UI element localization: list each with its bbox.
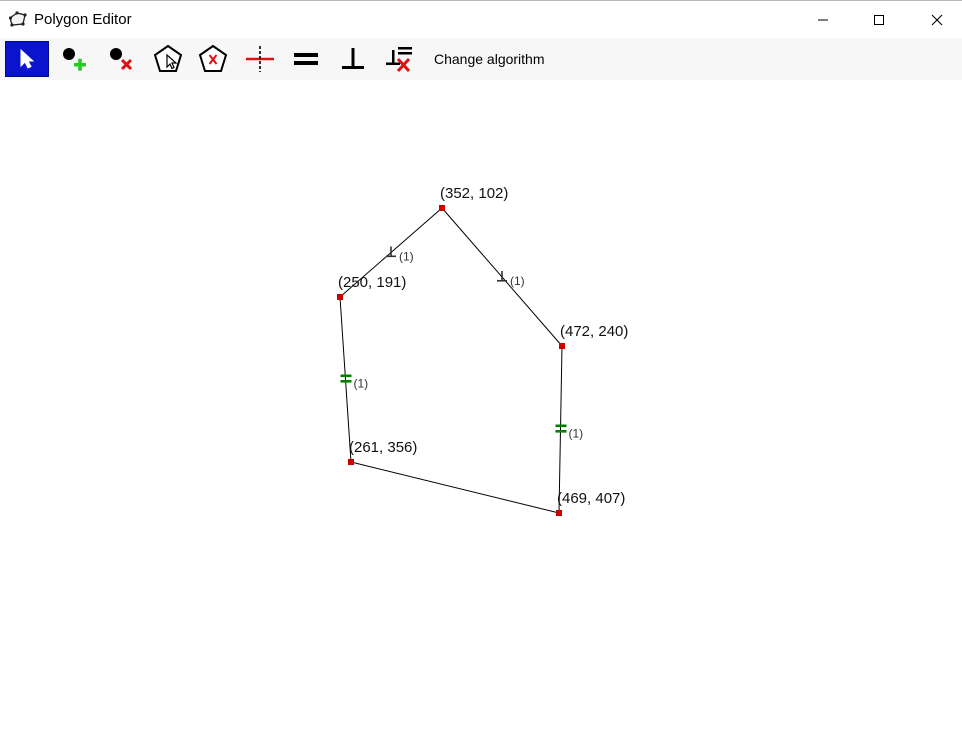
- window-title: Polygon Editor: [34, 11, 132, 28]
- constraint-label: (1): [569, 427, 584, 441]
- add-vertex-icon: [63, 48, 86, 71]
- delete-vertex-tool-button[interactable]: [99, 41, 143, 77]
- polygon-edge[interactable]: [339, 296, 352, 463]
- change-algorithm-button[interactable]: Change algorithm: [428, 41, 551, 77]
- equal-constraint-tool-button[interactable]: [284, 41, 328, 77]
- constraint-label: (1): [354, 377, 369, 391]
- maximize-button[interactable]: [856, 1, 902, 38]
- polygon-drawing[interactable]: (1) (1) (1) (1) (352, 102) (472, 240) (469, 40…: [0, 80, 962, 747]
- delete-polygon-tool-button[interactable]: [191, 41, 235, 77]
- title-bar: Polygon Editor: [0, 0, 962, 38]
- select-tool-button[interactable]: [5, 41, 49, 77]
- maximize-icon: [874, 14, 884, 25]
- polygon-edge[interactable]: [350, 461, 560, 514]
- vertex-label: (250, 191): [338, 274, 406, 291]
- vertex-label: (352, 102): [440, 185, 508, 202]
- move-polygon-tool-button[interactable]: [146, 41, 190, 77]
- drawing-canvas[interactable]: (1) (1) (1) (1) (352, 102) (472, 240) (469, 40…: [0, 80, 962, 747]
- perpendicular-constraint-tool-button[interactable]: [331, 41, 375, 77]
- remove-constraint-icon: [386, 47, 412, 73]
- perpendicular-constraint-marker[interactable]: (1): [386, 246, 414, 264]
- polygon-app-icon: [8, 11, 27, 29]
- delete-vertex-icon: [110, 48, 133, 71]
- vertex-handle[interactable]: [439, 205, 445, 211]
- equal-constraint-marker[interactable]: (1): [340, 374, 369, 391]
- equal-constraint-icon: [294, 53, 318, 65]
- split-edge-icon: [246, 46, 274, 72]
- polygon-edge[interactable]: [558, 345, 563, 514]
- close-button[interactable]: [914, 1, 960, 38]
- vertex-handle[interactable]: [348, 459, 354, 465]
- perpendicular-constraint-icon: [342, 48, 364, 69]
- constraint-label: (1): [399, 250, 414, 264]
- move-polygon-icon: [153, 44, 183, 72]
- delete-polygon-icon: [198, 44, 228, 72]
- close-icon: [931, 14, 943, 25]
- vertex-label: (472, 240): [560, 323, 628, 340]
- remove-constraint-tool-button[interactable]: [377, 41, 421, 77]
- vertex-handle[interactable]: [556, 510, 562, 516]
- vertex-handle[interactable]: [337, 294, 343, 300]
- vertex-label: (469, 407): [557, 490, 625, 507]
- cursor-select-icon: [20, 48, 35, 69]
- perpendicular-constraint-marker[interactable]: (1): [497, 271, 525, 288]
- add-vertex-tool-button[interactable]: [52, 41, 96, 77]
- split-edge-tool-button[interactable]: [238, 41, 282, 77]
- vertex-label: (261, 356): [349, 439, 417, 456]
- toolbar: Change algorithm: [0, 38, 962, 80]
- constraint-label: (1): [510, 274, 525, 288]
- equal-constraint-marker[interactable]: (1): [555, 424, 584, 441]
- minimize-icon: [818, 19, 828, 20]
- vertex-handle[interactable]: [559, 343, 565, 349]
- minimize-button[interactable]: [800, 1, 846, 38]
